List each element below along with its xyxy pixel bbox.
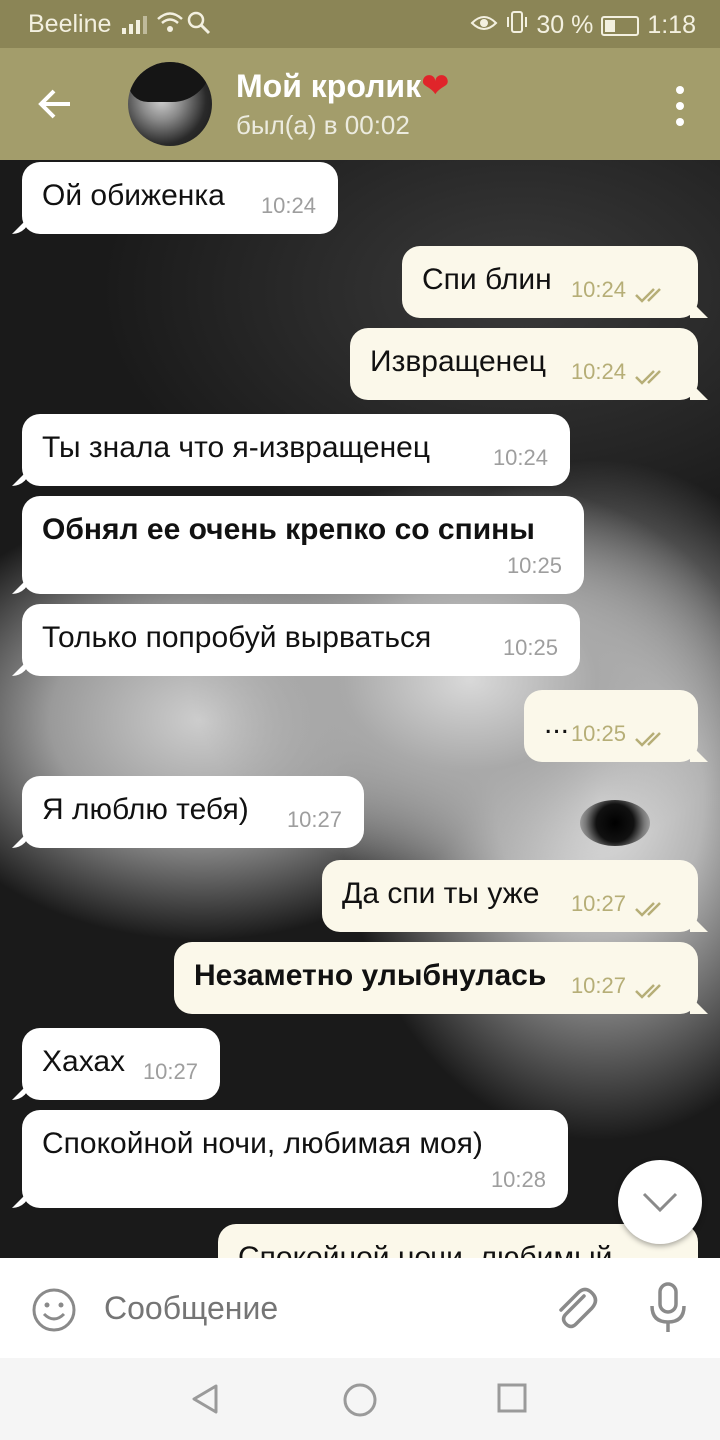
circle-home-icon <box>343 1383 377 1417</box>
message-bubble[interactable]: Да спи ты уже 10:27 <box>322 860 698 932</box>
nav-back-button[interactable] <box>188 1382 222 1421</box>
message-time: 10:25 <box>506 553 562 578</box>
message-text: Спи блин <box>422 263 552 296</box>
more-menu-button[interactable] <box>674 86 686 126</box>
attach-button[interactable] <box>552 1284 598 1339</box>
search-icon <box>186 10 212 43</box>
message-bubble[interactable]: Ой обиженка 10:24 <box>22 162 338 234</box>
message-time: 10:27 <box>570 891 626 916</box>
message-text: Спокойной ночи, любимый <box>238 1241 613 1258</box>
wifi-icon <box>156 10 184 41</box>
message-composer <box>0 1258 720 1358</box>
scroll-down-button[interactable] <box>618 1160 702 1244</box>
message-time: 10:25 <box>502 635 558 660</box>
double-check-icon <box>635 288 661 303</box>
battery-percent: 30 % <box>536 11 594 39</box>
message-bubble[interactable]: ... 10:25 <box>524 690 698 762</box>
message-text: Обнял ее очень крепко со спины <box>42 513 535 546</box>
message-text: Только попробуй вырваться <box>42 621 432 654</box>
microphone-icon <box>650 1282 686 1332</box>
message-bubble[interactable]: Я люблю тебя) 10:27 <box>22 776 364 848</box>
paperclip-icon <box>559 1287 598 1329</box>
message-bubble[interactable]: Незаметно улыбнулась 10:27 <box>174 942 698 1014</box>
message-bubble[interactable]: Спи блин 10:24 <box>402 246 698 318</box>
message-bubble[interactable]: Спокойной ночи, любимый <box>218 1224 698 1258</box>
message-text: Я люблю тебя) <box>42 793 249 826</box>
emoji-button[interactable] <box>30 1286 78 1339</box>
double-check-icon <box>635 902 661 917</box>
smiley-icon <box>32 1288 76 1332</box>
square-recents-icon <box>497 1383 527 1413</box>
chat-header: Мой кролик❤ был(а) в 00:02 <box>0 48 720 160</box>
message-text: Ты знала что я-извращенец <box>42 431 431 464</box>
message-time: 10:28 <box>490 1167 546 1192</box>
message-time: 10:24 <box>570 277 626 302</box>
message-time: 10:25 <box>570 721 626 746</box>
message-time: 10:27 <box>142 1059 198 1084</box>
message-bubble[interactable]: Хахах 10:27 <box>22 1028 220 1100</box>
double-check-icon <box>635 732 661 747</box>
chat-title[interactable]: Мой кролик❤ <box>236 66 450 106</box>
nav-home-button[interactable] <box>342 1382 378 1423</box>
signal-icon <box>122 12 147 34</box>
message-text: ... <box>544 707 570 740</box>
message-time: 10:24 <box>570 359 626 384</box>
arrow-left-icon <box>38 89 70 119</box>
message-bubble[interactable]: Извращенец 10:24 <box>350 328 698 400</box>
message-text: Да спи ты уже <box>342 877 540 910</box>
message-bubble[interactable]: Спокойной ночи, любимая моя) 10:28 <box>22 1110 568 1208</box>
message-text: Хахах <box>42 1045 126 1078</box>
clock: 1:18 <box>647 11 696 39</box>
battery-icon <box>601 15 640 36</box>
last-seen: был(а) в 00:02 <box>236 110 410 140</box>
status-bar: Beeline 30 % 1:18 <box>0 0 720 48</box>
message-time: 10:24 <box>260 193 316 218</box>
microphone-button[interactable] <box>646 1282 690 1339</box>
message-text: Извращенец <box>370 345 547 378</box>
contact-name: Мой кролик <box>236 68 422 104</box>
message-text: Спокойной ночи, любимая моя) <box>42 1127 483 1160</box>
message-time: 10:27 <box>570 973 626 998</box>
double-check-icon <box>635 984 661 999</box>
eye-icon <box>470 11 498 40</box>
status-right: 30 % 1:18 <box>470 10 696 41</box>
double-check-icon <box>635 370 661 385</box>
back-button[interactable] <box>34 82 78 126</box>
message-bubble[interactable]: Обнял ее очень крепко со спины 10:25 <box>22 496 584 594</box>
message-time: 10:27 <box>286 807 342 832</box>
avatar[interactable] <box>128 62 212 146</box>
heart-icon: ❤ <box>421 67 450 105</box>
message-input[interactable] <box>104 1288 524 1328</box>
chevron-down-icon <box>642 1192 678 1213</box>
message-text: Незаметно улыбнулась <box>194 959 547 992</box>
message-bubble[interactable]: Только попробуй вырваться 10:25 <box>22 604 580 676</box>
system-nav-bar <box>0 1358 720 1440</box>
vibrate-icon <box>506 10 528 41</box>
message-text: Ой обиженка <box>42 179 225 212</box>
background-image <box>580 800 650 846</box>
carrier-name: Beeline <box>28 10 112 38</box>
nav-recents-button[interactable] <box>496 1382 528 1419</box>
message-time: 10:24 <box>492 445 548 470</box>
chat-area[interactable]: Ой обиженка 10:24 Спи блин 10:24 Извраще… <box>0 160 720 1258</box>
message-bubble[interactable]: Ты знала что я-извращенец 10:24 <box>22 414 570 486</box>
triangle-back-icon <box>192 1384 218 1414</box>
